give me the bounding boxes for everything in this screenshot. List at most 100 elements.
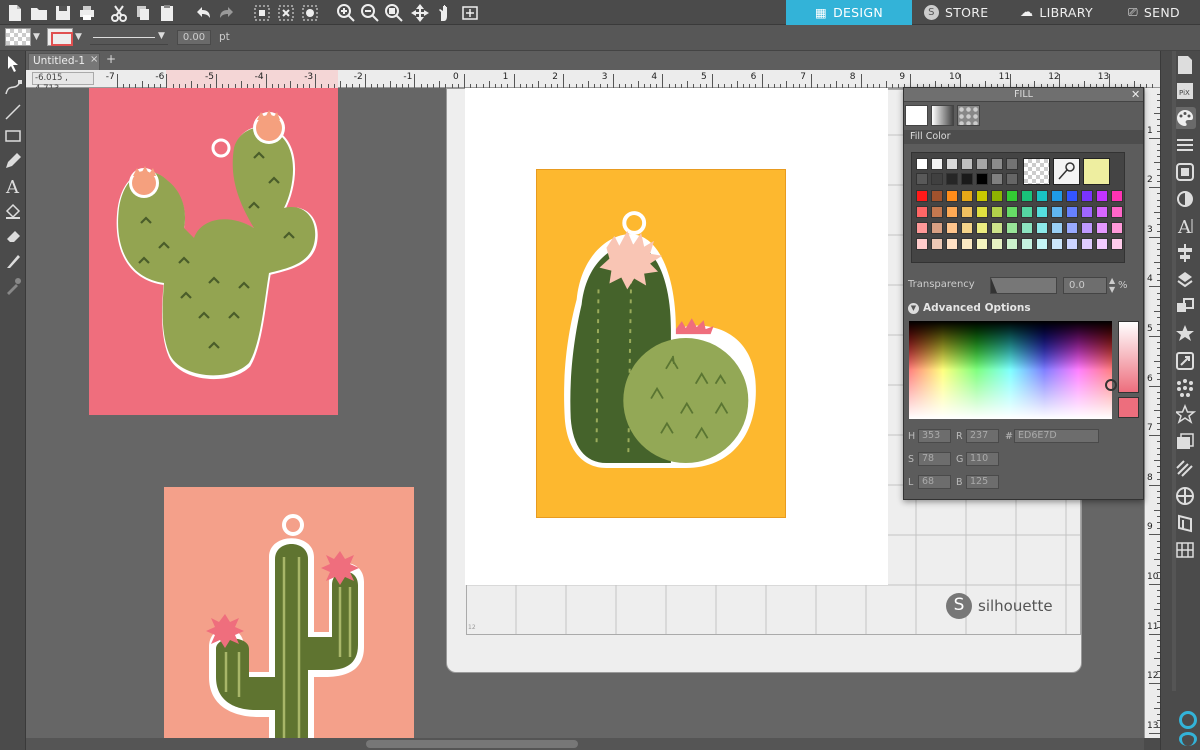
transform-icon[interactable] bbox=[1174, 269, 1196, 291]
saguaro-cactus-design[interactable] bbox=[164, 487, 414, 749]
palette-swatch[interactable] bbox=[1006, 238, 1018, 250]
lightness-input[interactable]: 68 bbox=[918, 475, 951, 489]
close-tab-icon[interactable]: × bbox=[90, 54, 98, 65]
palette-swatch[interactable] bbox=[991, 206, 1003, 218]
palette-swatch[interactable] bbox=[1066, 206, 1078, 218]
gray-swatch[interactable] bbox=[931, 173, 943, 185]
fill-dropdown-icon[interactable]: ▼ bbox=[33, 32, 40, 42]
help-icon[interactable] bbox=[1179, 732, 1197, 746]
palette-swatch[interactable] bbox=[1051, 206, 1063, 218]
zoom-fit-icon[interactable] bbox=[384, 3, 404, 23]
select-all-icon[interactable] bbox=[252, 3, 272, 23]
add-page-icon[interactable] bbox=[460, 3, 480, 23]
prickly-pear-design[interactable] bbox=[89, 88, 338, 415]
palette-swatch[interactable] bbox=[1036, 238, 1048, 250]
recent-color-swatch[interactable] bbox=[1083, 158, 1110, 185]
palette-swatch[interactable] bbox=[961, 238, 973, 250]
nesting-icon[interactable] bbox=[1174, 485, 1196, 507]
gray-swatch[interactable] bbox=[946, 158, 958, 170]
gray-swatch[interactable] bbox=[1006, 173, 1018, 185]
palette-swatch[interactable] bbox=[976, 222, 988, 234]
rectangle-tool-icon[interactable] bbox=[3, 126, 23, 146]
line-style-select[interactable]: ▼ bbox=[90, 31, 168, 45]
palette-swatch[interactable] bbox=[946, 238, 958, 250]
advanced-options-toggle[interactable]: ▼ Advanced Options bbox=[908, 302, 1031, 314]
line-color-swatch[interactable] bbox=[47, 28, 73, 46]
palette-swatch[interactable] bbox=[1096, 222, 1108, 234]
red-input[interactable]: 237 bbox=[966, 429, 999, 443]
palette-swatch[interactable] bbox=[1081, 238, 1093, 250]
palette-swatch[interactable] bbox=[961, 206, 973, 218]
palette-swatch[interactable] bbox=[946, 206, 958, 218]
palette-swatch[interactable] bbox=[916, 190, 928, 202]
open-folder-icon[interactable] bbox=[29, 3, 49, 23]
palette-swatch[interactable] bbox=[1096, 238, 1108, 250]
pages-grid-icon[interactable] bbox=[1174, 539, 1196, 561]
knife-tool-icon[interactable] bbox=[3, 251, 23, 271]
transparency-input[interactable]: 0.0 bbox=[1063, 277, 1107, 294]
close-icon[interactable]: ✕ bbox=[1131, 88, 1140, 102]
line-tool-icon[interactable] bbox=[3, 102, 23, 122]
select-arrow-icon[interactable] bbox=[3, 54, 23, 74]
palette-swatch[interactable] bbox=[931, 190, 943, 202]
palette-swatch[interactable] bbox=[1066, 238, 1078, 250]
fill-palette-icon[interactable] bbox=[1174, 107, 1196, 129]
fill-pattern-option[interactable] bbox=[957, 105, 980, 126]
store-tab[interactable]: S STORE bbox=[912, 0, 1008, 25]
palette-swatch[interactable] bbox=[1111, 238, 1123, 250]
send-tab[interactable]: ⎚ SEND bbox=[1116, 0, 1200, 25]
layers-icon[interactable] bbox=[1174, 512, 1196, 534]
offset-icon[interactable] bbox=[1174, 350, 1196, 372]
gray-swatch[interactable] bbox=[916, 158, 928, 170]
rhinestone-icon[interactable] bbox=[1174, 458, 1196, 480]
page-setup-icon[interactable] bbox=[1174, 54, 1196, 76]
palette-swatch[interactable] bbox=[1006, 190, 1018, 202]
palette-swatch[interactable] bbox=[1066, 190, 1078, 202]
hue-input[interactable]: 353 bbox=[918, 429, 951, 443]
palette-swatch[interactable] bbox=[931, 238, 943, 250]
paste-icon[interactable] bbox=[157, 3, 177, 23]
eraser-icon[interactable] bbox=[3, 226, 23, 246]
palette-swatch[interactable] bbox=[1021, 206, 1033, 218]
panel-scrollbar[interactable] bbox=[1172, 51, 1176, 691]
fill-solid-option[interactable] bbox=[905, 105, 928, 126]
blue-input[interactable]: 125 bbox=[966, 475, 999, 489]
trace-icon[interactable] bbox=[1174, 377, 1196, 399]
horizontal-scrollbar[interactable] bbox=[26, 738, 1144, 750]
transparency-stepper[interactable]: ▲ ▼ bbox=[1109, 276, 1115, 294]
cut-icon[interactable] bbox=[109, 3, 129, 23]
text-style-icon[interactable]: A bbox=[1174, 215, 1196, 238]
new-file-icon[interactable] bbox=[5, 3, 25, 23]
eyedropper-swatch-icon[interactable] bbox=[1053, 158, 1080, 185]
gray-swatch[interactable] bbox=[976, 173, 988, 185]
palette-swatch[interactable] bbox=[916, 238, 928, 250]
palette-swatch[interactable] bbox=[946, 190, 958, 202]
palette-swatch[interactable] bbox=[1111, 222, 1123, 234]
print-icon[interactable] bbox=[77, 3, 97, 23]
gray-swatch[interactable] bbox=[961, 173, 973, 185]
color-picker-cursor[interactable] bbox=[1105, 379, 1117, 391]
line-style-icon[interactable] bbox=[1174, 134, 1196, 156]
horizontal-scrollbar-thumb[interactable] bbox=[366, 740, 578, 748]
pencil-tool-icon[interactable] bbox=[3, 151, 23, 171]
lightness-slider[interactable]: ▷ bbox=[1118, 321, 1139, 393]
palette-swatch[interactable] bbox=[961, 190, 973, 202]
library-tab[interactable]: ☁ LIBRARY bbox=[1008, 0, 1116, 25]
palette-swatch[interactable] bbox=[1111, 206, 1123, 218]
palette-swatch[interactable] bbox=[976, 190, 988, 202]
sketch-star-icon[interactable] bbox=[1173, 404, 1197, 426]
palette-swatch[interactable] bbox=[1036, 206, 1048, 218]
palette-swatch[interactable] bbox=[1111, 190, 1123, 202]
deselect-icon[interactable] bbox=[276, 3, 296, 23]
fill-bucket-icon[interactable] bbox=[3, 201, 23, 221]
transparency-slider[interactable] bbox=[990, 277, 1057, 294]
palette-swatch[interactable] bbox=[991, 222, 1003, 234]
shadow-icon[interactable] bbox=[1174, 188, 1196, 210]
no-fill-swatch[interactable] bbox=[1023, 158, 1050, 185]
zoom-in-icon[interactable] bbox=[336, 3, 356, 23]
undo-icon[interactable] bbox=[193, 3, 213, 23]
color-spectrum-picker[interactable] bbox=[909, 321, 1117, 419]
gray-swatch[interactable] bbox=[961, 158, 973, 170]
palette-swatch[interactable] bbox=[991, 190, 1003, 202]
palette-swatch[interactable] bbox=[1051, 190, 1063, 202]
